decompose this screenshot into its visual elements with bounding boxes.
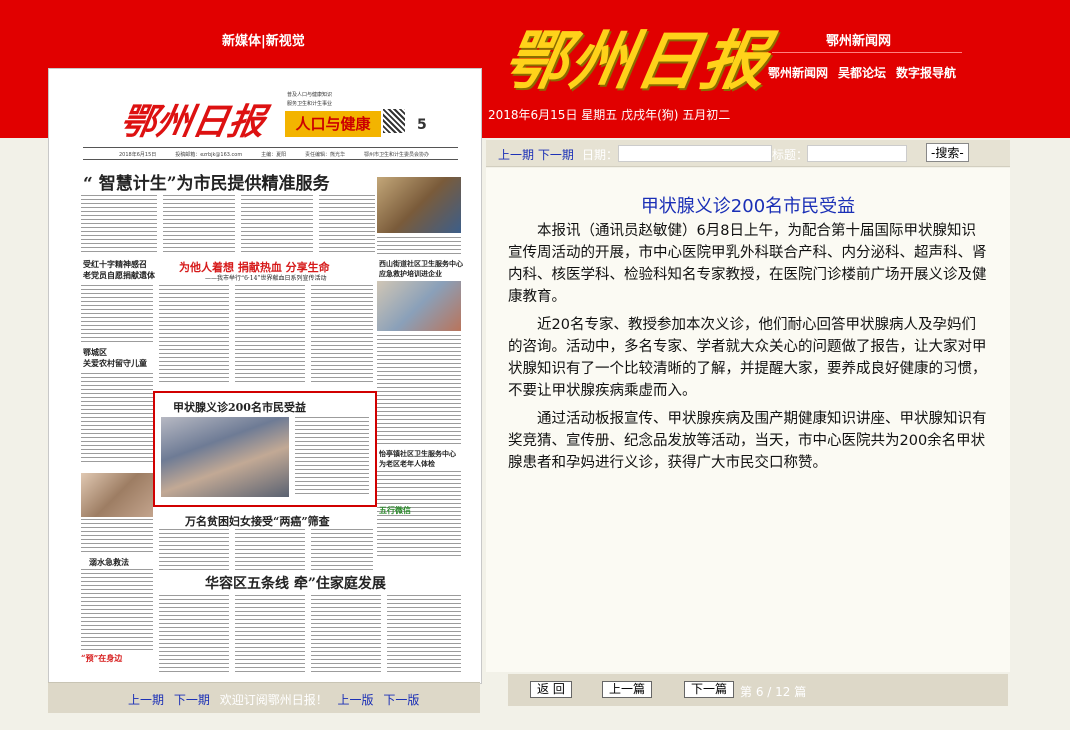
paper-slogan-line: 服务卫生和计生事业 (287, 101, 333, 107)
paper-headline-elderly-check[interactable]: 怡亭镇社区卫生服务中心 为老区老年人体检 (379, 449, 456, 469)
new-media-links[interactable]: 新媒体|新视觉 (222, 30, 305, 49)
header-link-news-network[interactable]: 鄂州新闻网 (768, 64, 828, 81)
paper-rule (83, 159, 458, 160)
next-page-link[interactable]: 下一版 (383, 693, 419, 707)
qr-code-icon (383, 109, 405, 133)
next-article-button[interactable]: 下一篇 (684, 681, 735, 698)
paper-main-headline[interactable]: “ 智慧计生”为市民提供精准服务 (83, 169, 329, 194)
photo-people-training (377, 177, 461, 233)
paper-footer-links: 上一期 下一期 欢迎订阅鄂州日报！ 上一版 下一版 (128, 691, 425, 708)
text-block (235, 529, 305, 573)
paper-header-slogan: 普及人口与健康知识 服务卫生和计生事业 (287, 91, 332, 109)
text-block (235, 285, 305, 385)
article-nav-bar: 返 回 上一篇 下一篇 第 6 / 12 篇 (508, 674, 1008, 706)
subscribe-welcome-text: 欢迎订阅鄂州日报！ (219, 693, 328, 707)
highlighted-article-region[interactable]: 甲状腺义诊200名市民受益 (153, 391, 377, 507)
paper-slogan-line: 普及人口与健康知识 (287, 92, 333, 98)
article-body: 本报讯（通讯员赵敏健）6月8日上午，为配合第十届国际甲状腺知识宣传周活动的开展，… (508, 220, 988, 480)
paper-info-item: 责任编辑：熊光华 (305, 152, 346, 158)
header-divider (772, 52, 962, 53)
prev-article-button[interactable]: 上一篇 (602, 681, 653, 698)
text-block (81, 519, 153, 553)
paper-page-number: 5 (417, 117, 427, 133)
text-block (159, 595, 229, 675)
text-block (163, 195, 235, 255)
newspaper-page-image[interactable]: 鄂州日报 普及人口与健康知识 服务卫生和计生事业 人口与健康 5 2018年6月… (48, 68, 482, 684)
paper-subheadline-blood-donation: ——我市举行“6·14”世界献血日系列宣传活动 (205, 275, 327, 282)
header-link-digital-nav[interactable]: 数字报导航 (896, 64, 956, 81)
paper-headline-first-aid[interactable]: 西山街道社区卫生服务中心 应急救护培训进企业 (379, 259, 463, 279)
paper-info-item: 投稿邮箱：ezrbjk@163.com (175, 152, 243, 158)
paper-headline-family[interactable]: 华容区五条线 牵”住家庭发展 (205, 573, 386, 593)
paper-headline-drowning[interactable]: 溺水急救法 (89, 557, 129, 568)
search-button[interactable]: -搜索- (926, 143, 969, 162)
article-panel: 甲状腺义诊200名市民受益 本报讯（通讯员赵敏健）6月8日上午，为配合第十届国际… (486, 168, 1010, 672)
text-block (295, 417, 369, 497)
text-block (311, 529, 373, 573)
prev-page-link[interactable]: 上一版 (338, 693, 374, 707)
toolbar-next-period-link[interactable]: 下一期 (538, 148, 574, 162)
paper-footer-nav: 上一期 下一期 欢迎订阅鄂州日报！ 上一版 下一版 (48, 682, 480, 713)
date-input[interactable] (618, 145, 772, 162)
paper-headline-body-donation[interactable]: 受红十字精神感召 老党员自愿捐献遗体 (83, 259, 155, 281)
paper-prev-period-link[interactable]: 上一期 (128, 693, 164, 707)
title-search-input[interactable] (807, 145, 907, 162)
text-block (319, 195, 375, 255)
text-block (81, 373, 153, 465)
paper-corner-tag: “预”在身边 (81, 653, 123, 663)
back-button[interactable]: 返 回 (530, 681, 572, 698)
text-block (377, 335, 461, 445)
text-block (311, 595, 381, 675)
text-block (241, 195, 313, 255)
toolbar-prev-period-link[interactable]: 上一期 (498, 148, 534, 162)
text-block (311, 285, 373, 385)
article-paragraph: 近20名专家、教授参加本次义诊，他们耐心回答甲状腺病人及孕妈们的咨询。活动中，多… (508, 317, 987, 399)
header-link-forum[interactable]: 吴都论坛 (838, 64, 886, 81)
paper-headline-children[interactable]: 鄂城区 关爱农村留守儿童 (83, 347, 147, 369)
text-block (81, 285, 153, 345)
paper-section-tag: 人口与健康 (285, 111, 381, 137)
text-block (377, 237, 461, 255)
text-block (159, 285, 229, 385)
paper-headline-screening[interactable]: 万名贫困妇女接受“两癌”筛查 (185, 513, 330, 529)
text-block (377, 519, 461, 559)
paper-info-item: 主编：夏阳 (261, 152, 287, 158)
paper-info-item: 鄂州市卫生和计生委员会协办 (363, 152, 429, 158)
newspaper-page-content: 鄂州日报 普及人口与健康知识 服务卫生和计生事业 人口与健康 5 2018年6月… (55, 69, 475, 683)
paper-next-period-link[interactable]: 下一期 (174, 693, 210, 707)
article-count: 第 6 / 12 篇 (740, 685, 807, 699)
text-block (387, 595, 461, 675)
paper-rule (83, 147, 458, 148)
article-paragraph: 通过活动板报宣传、甲状腺疾病及围产期健康知识讲座、甲状腺知识有奖竞猜、宣传册、纪… (508, 411, 987, 471)
issue-date: 2018年6月15日 星期五 戊戌年(狗) 五月初二 (488, 108, 731, 122)
photo-thyroid-clinic (161, 417, 289, 497)
header-nav-links: 鄂州新闻网 吴都论坛 数字报导航 (768, 64, 956, 81)
paper-info-item: 2018年6月15日 (119, 152, 157, 158)
text-block (81, 569, 153, 651)
article-title: 甲状腺义诊200名市民受益 (640, 196, 856, 217)
title-label: 标题： (772, 148, 809, 162)
toolbar-period-nav: 上一期 下一期 (498, 146, 574, 163)
article-paragraph: 本报讯（通讯员赵敏健）6月8日上午，为配合第十届国际甲状腺知识宣传周活动的开展，… (508, 223, 987, 305)
text-block (159, 529, 229, 573)
highlighted-article-title: 甲状腺义诊200名市民受益 (173, 401, 306, 414)
photo-children (81, 473, 153, 517)
wechat-badge: 五行微信 (379, 505, 411, 515)
photo-first-aid (377, 281, 461, 331)
date-label: 日期： (582, 148, 619, 162)
paper-masthead-logo: 鄂州日报 (116, 101, 269, 143)
site-logo: 鄂州日报 (497, 24, 775, 99)
site-network-title[interactable]: 鄂州新闻网 (826, 30, 891, 49)
text-block (235, 595, 305, 675)
paper-info-line: 2018年6月15日 投稿邮箱：ezrbjk@163.com 主编：夏阳 责任编… (119, 151, 429, 158)
text-block (81, 195, 157, 255)
